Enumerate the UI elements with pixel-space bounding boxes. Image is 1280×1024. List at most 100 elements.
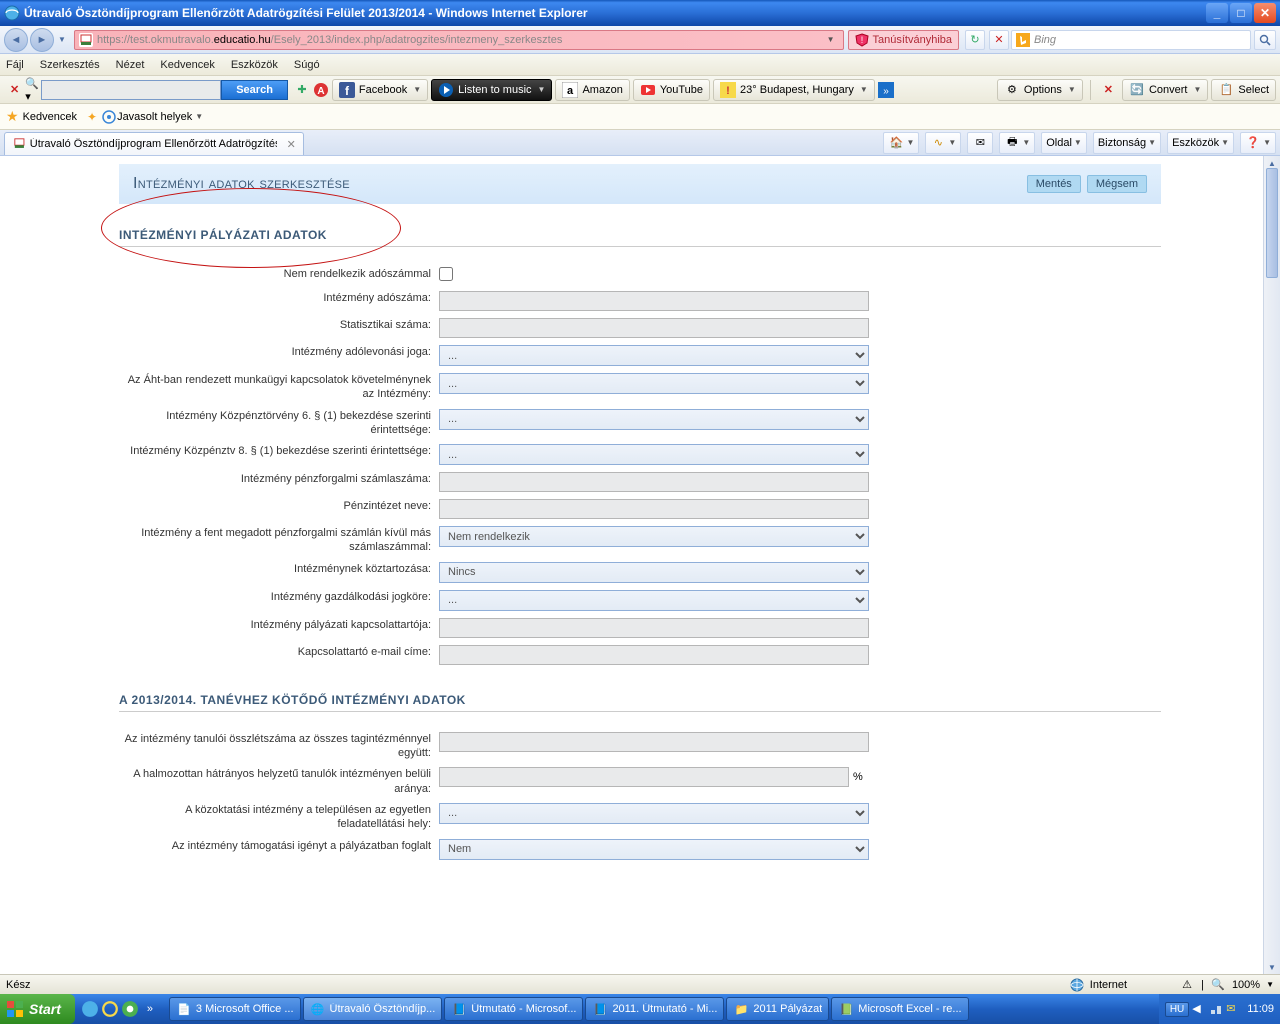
suggested-sites-button[interactable]: Javasolt helyek (117, 111, 192, 123)
toolbar-close-icon-2[interactable]: ✕ (1104, 83, 1113, 96)
input-bank-name[interactable] (439, 499, 869, 519)
scroll-thumb[interactable] (1266, 168, 1278, 278)
menu-help[interactable]: Súgó (294, 59, 320, 71)
menu-edit[interactable]: Szerkesztés (40, 59, 100, 71)
youtube-icon (640, 82, 656, 98)
nav-history-dropdown[interactable]: ▼ (56, 28, 68, 52)
start-button[interactable]: Start (0, 994, 75, 1024)
menu-favorites[interactable]: Kedvencek (160, 59, 214, 71)
home-button[interactable]: 🏠▼ (883, 132, 919, 154)
quick-launch-ie-icon[interactable] (81, 998, 99, 1020)
checkbox-no-tax[interactable] (439, 267, 453, 281)
select-tax-deduction[interactable]: ... (439, 345, 869, 366)
protected-mode-icon[interactable]: ⚠ (1179, 977, 1195, 993)
input-ratio[interactable] (439, 767, 849, 787)
add-favorite-star-icon[interactable]: ✦ (87, 110, 97, 124)
select-aht[interactable]: ... (439, 373, 869, 394)
tray-mail-icon[interactable]: ✉ (1226, 1002, 1240, 1016)
select-support[interactable]: Nem (439, 839, 869, 860)
quick-launch-chevrons-icon[interactable]: » (141, 998, 159, 1020)
print-button[interactable]: 🖶▼ (999, 132, 1035, 154)
select-other-account[interactable]: Nem rendelkezik (439, 526, 869, 547)
address-dropdown[interactable]: ▼ (823, 35, 839, 44)
select-button[interactable]: 📋Select (1211, 79, 1276, 101)
listen-to-music-button[interactable]: Listen to music▼ (431, 79, 552, 101)
taskbar-item-ie[interactable]: 🌐Útravaló Ösztöndíjp... (303, 997, 443, 1021)
toolbar-search-input[interactable] (41, 80, 221, 100)
input-total-students[interactable] (439, 732, 869, 752)
plus-icon[interactable]: ✚ (294, 82, 310, 98)
tray-clock[interactable]: 11:09 (1247, 1003, 1274, 1015)
favorites-label[interactable]: Kedvencek (23, 111, 77, 123)
nav-refresh-button[interactable]: ↻ (965, 30, 985, 50)
save-button[interactable]: Mentés (1027, 175, 1081, 193)
select-economy[interactable]: ... (439, 590, 869, 611)
input-contact-email[interactable] (439, 645, 869, 665)
input-bank-account[interactable] (439, 472, 869, 492)
options-button[interactable]: ⚙Options▼ (997, 79, 1083, 101)
input-contact[interactable] (439, 618, 869, 638)
tools-menu-button[interactable]: Eszközök▼ (1167, 132, 1234, 154)
tab-close-icon[interactable]: ✕ (287, 138, 295, 151)
taskbar-item-folder[interactable]: 📁2011 Pályázat (726, 997, 829, 1021)
addon-toolbar: ✕ 🔍▾ Search ✚ A fFacebook▼ Listen to mus… (0, 76, 1280, 104)
browser-search-box[interactable]: Bing (1011, 30, 1251, 50)
svg-text:!: ! (860, 35, 863, 45)
input-stat-number[interactable] (439, 318, 869, 338)
tray-arrow-icon[interactable]: ◀ (1192, 1002, 1206, 1016)
window-close-button[interactable]: ✕ (1254, 3, 1276, 23)
window-minimize-button[interactable]: _ (1206, 3, 1228, 23)
browser-tab[interactable]: Útravaló Ösztöndíjprogram Ellenőrzött Ad… (4, 132, 304, 155)
zoom-dropdown[interactable]: ▼ (1266, 980, 1274, 989)
convert-button[interactable]: 🔄Convert▼ (1122, 79, 1208, 101)
select-kozp8[interactable]: ... (439, 444, 869, 465)
window-maximize-button[interactable]: □ (1230, 3, 1252, 23)
ask-icon[interactable]: A (313, 82, 329, 98)
toolbar-close-icon[interactable]: ✕ (10, 83, 19, 96)
toolbar-search-magnifier-icon[interactable]: 🔍▾ (25, 82, 41, 98)
select-single-site[interactable]: ... (439, 803, 869, 824)
mail-button[interactable]: ✉ (967, 132, 993, 154)
weather-button[interactable]: !23° Budapest, Hungary▼ (713, 79, 875, 101)
toolbar-search-button[interactable]: Search (221, 80, 288, 100)
address-bar[interactable]: https://test.okmutravalo.educatio.hu/Ese… (74, 30, 844, 50)
cancel-button[interactable]: Mégsem (1087, 175, 1147, 193)
certificate-error-button[interactable]: ! Tanúsítványhiba (848, 30, 960, 50)
favorites-star-icon[interactable]: ★ (6, 108, 19, 125)
page-menu-button[interactable]: Oldal▼ (1041, 132, 1087, 154)
scroll-down-arrow[interactable]: ▼ (1264, 960, 1280, 974)
vertical-scrollbar[interactable]: ▲ ▼ (1263, 156, 1280, 974)
amazon-button[interactable]: aAmazon (555, 79, 629, 101)
facebook-button[interactable]: fFacebook▼ (332, 79, 428, 101)
chevrons-icon[interactable]: » (878, 82, 894, 98)
taskbar-item-word2[interactable]: 📘2011. Útmutató - Mi... (585, 997, 724, 1021)
zoom-level[interactable]: 100% (1232, 979, 1260, 991)
rss-icon: ∿ (930, 135, 946, 151)
taskbar-item-excel[interactable]: 📗Microsoft Excel - re... (831, 997, 968, 1021)
menu-tools[interactable]: Eszközök (231, 59, 278, 71)
taskbar-item-word1[interactable]: 📘Útmutató - Microsof... (444, 997, 583, 1021)
help-button[interactable]: ❓▼ (1240, 132, 1276, 154)
select-public-debt[interactable]: Nincs (439, 562, 869, 583)
shield-warning-icon: ! (855, 33, 869, 47)
taskbar-item-office[interactable]: 📄3 Microsoft Office ... (169, 997, 301, 1021)
status-zone-label: Internet (1090, 979, 1127, 991)
safety-menu-button[interactable]: Biztonság▼ (1093, 132, 1161, 154)
input-tax-number[interactable] (439, 291, 869, 311)
zoom-icon[interactable]: 🔍 (1210, 977, 1226, 993)
browser-search-go-button[interactable] (1254, 30, 1276, 50)
nav-back-button[interactable]: ◄ (4, 28, 28, 52)
tray-language[interactable]: HU (1165, 1002, 1189, 1017)
quick-launch-c-icon[interactable] (101, 998, 119, 1020)
tray-net-icon[interactable] (1209, 1002, 1223, 1016)
nav-forward-button[interactable]: ► (30, 28, 54, 52)
select-kozp6[interactable]: ... (439, 409, 869, 430)
favorites-bar: ★ Kedvencek ✦ Javasolt helyek ▼ (0, 104, 1280, 130)
feeds-button[interactable]: ∿▼ (925, 132, 961, 154)
menu-file[interactable]: Fájl (6, 59, 24, 71)
menu-view[interactable]: Nézet (116, 59, 145, 71)
quick-launch-chrome-icon[interactable] (121, 998, 139, 1020)
nav-stop-button[interactable]: ✕ (989, 30, 1009, 50)
youtube-button[interactable]: YouTube (633, 79, 710, 101)
suggested-dropdown[interactable]: ▼ (195, 112, 203, 121)
